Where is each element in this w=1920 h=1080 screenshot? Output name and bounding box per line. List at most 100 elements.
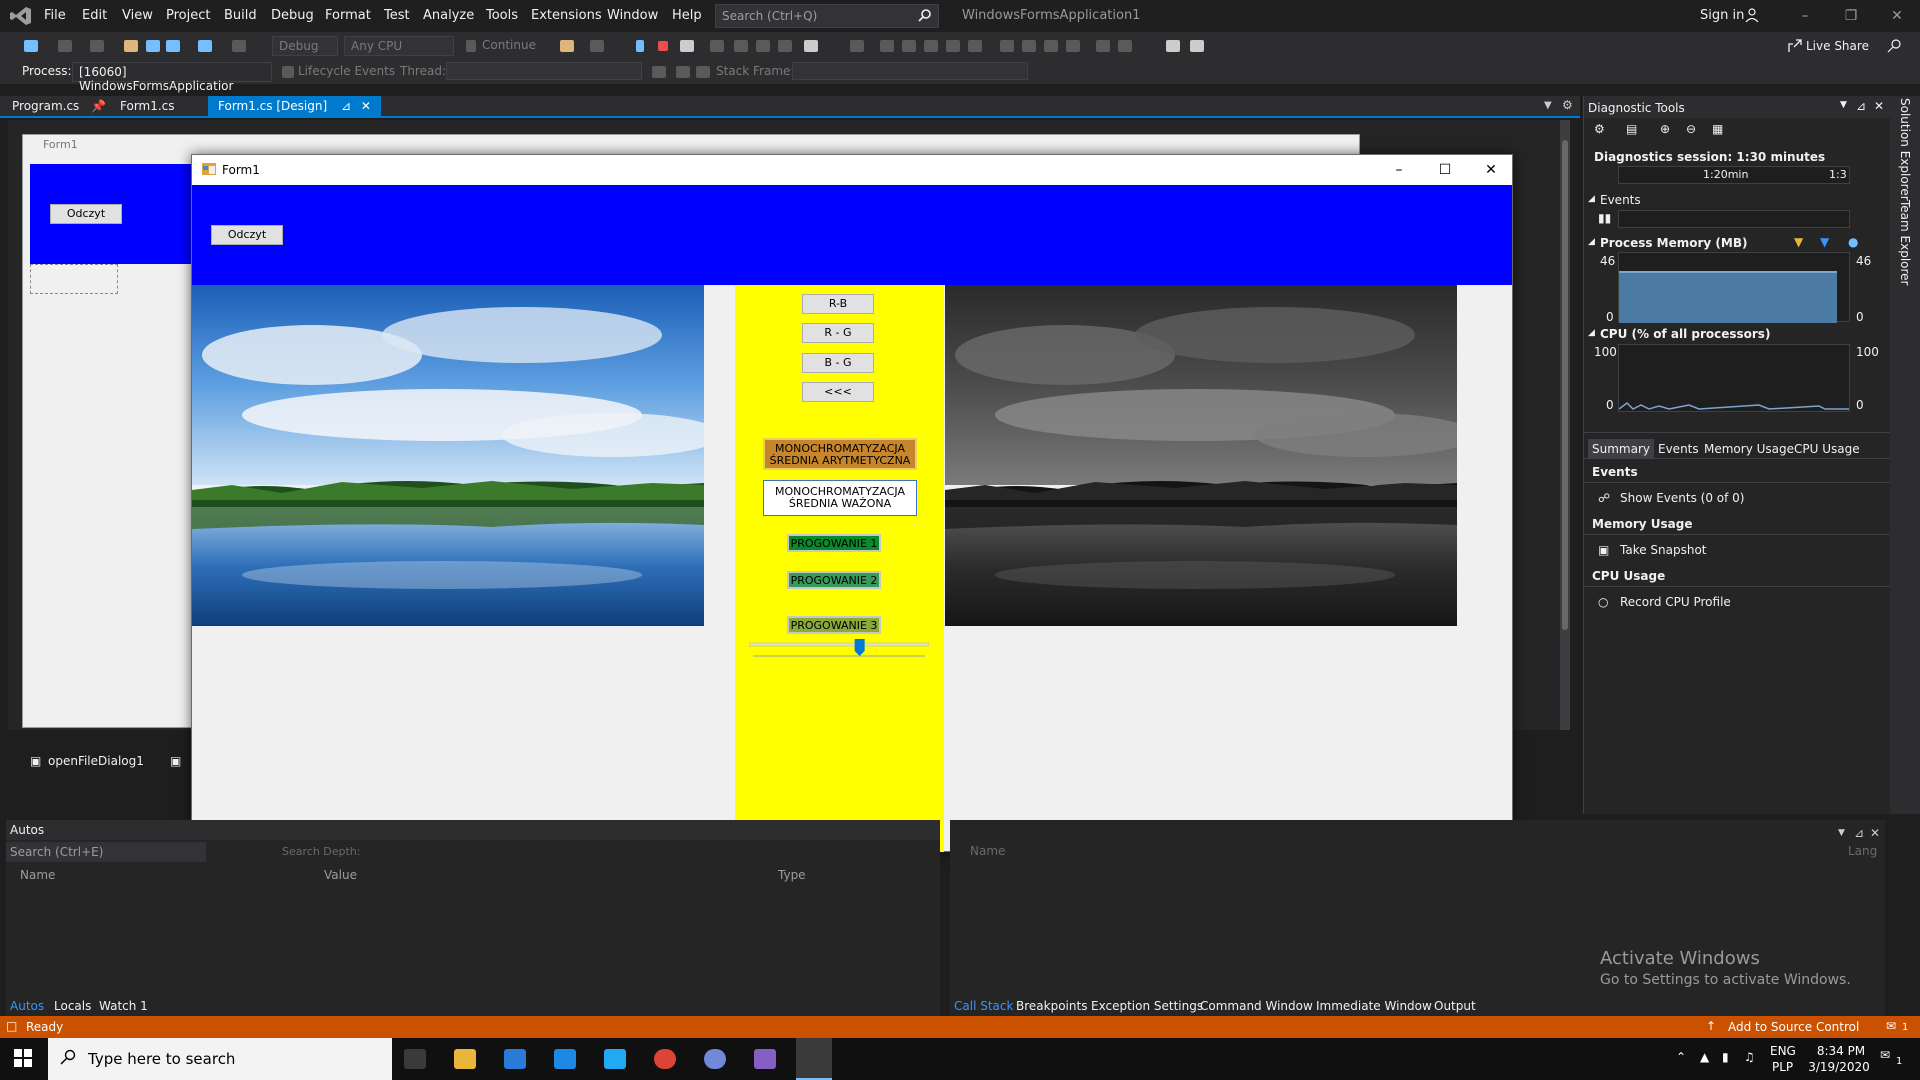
solution-explorer-tab[interactable]: Solution Explorer: [1898, 98, 1912, 201]
open-file-dialog-component[interactable]: openFileDialog1: [48, 754, 144, 768]
memory-graph[interactable]: [1618, 252, 1850, 323]
tab-program-cs[interactable]: Program.cs 📌: [2, 96, 116, 116]
align-center-icon[interactable]: [880, 40, 894, 52]
mail-icon[interactable]: [554, 1049, 576, 1069]
tab-cpu-usage[interactable]: CPU Usage: [1790, 439, 1864, 459]
grid-icon[interactable]: [1066, 40, 1080, 52]
panel-pin-icon[interactable]: ⊿: [1854, 826, 1864, 840]
collapse-cpu-icon[interactable]: ◢: [1588, 328, 1595, 338]
pin-icon[interactable]: 📌: [91, 99, 106, 113]
task-view-icon[interactable]: [404, 1049, 426, 1069]
restart-icon[interactable]: [680, 40, 694, 52]
form-minimize-icon[interactable]: –: [1376, 155, 1422, 185]
panel-dropdown-icon[interactable]: ▼: [1840, 100, 1847, 110]
windows-start-icon[interactable]: [14, 1049, 32, 1067]
menu-edit[interactable]: Edit: [82, 8, 107, 23]
cpu-graph[interactable]: [1618, 344, 1850, 412]
quick-search-input[interactable]: Search (Ctrl+Q): [715, 4, 939, 28]
tab-call-stack[interactable]: Call Stack: [954, 999, 1013, 1013]
collapse-events-icon[interactable]: ◢: [1588, 194, 1595, 204]
tab-overflow-icon[interactable]: ▼: [1544, 100, 1552, 111]
close-icon[interactable]: ✕: [1874, 0, 1920, 32]
stop-icon[interactable]: [658, 41, 668, 51]
screenshot-icon[interactable]: [590, 40, 604, 52]
events-track[interactable]: [1618, 210, 1850, 228]
discord-icon[interactable]: [704, 1049, 726, 1069]
show-hidden-icons-icon[interactable]: ⌃: [1676, 1050, 1686, 1064]
menu-project[interactable]: Project: [166, 8, 210, 23]
form1-taskbar-icon[interactable]: [796, 1038, 832, 1080]
add-to-source-control-button[interactable]: Add to Source Control: [1728, 1020, 1859, 1034]
show-threads-icon[interactable]: [696, 66, 710, 78]
collapse-memory-icon[interactable]: ◢: [1588, 237, 1595, 247]
tab-settings-icon[interactable]: ⚙: [1562, 98, 1573, 112]
tab-form1-cs[interactable]: Form1.cs: [110, 96, 185, 116]
column-name[interactable]: Name: [20, 868, 55, 882]
visual-studio-logo-icon[interactable]: [10, 6, 32, 26]
visual-studio-icon[interactable]: [754, 1049, 776, 1069]
taskbar-search-input[interactable]: Type here to search: [48, 1038, 392, 1080]
vscode-icon[interactable]: [604, 1049, 626, 1069]
zoom-out-icon[interactable]: ⊖: [1686, 122, 1696, 136]
continue-button[interactable]: Continue: [482, 38, 536, 52]
vertical-spacing-icon[interactable]: [1118, 40, 1132, 52]
threshold-trackbar[interactable]: [749, 639, 929, 661]
notifications-icon[interactable]: ✉: [1886, 1019, 1896, 1033]
tab-form1-design[interactable]: Form1.cs [Design] ⊿ ✕: [208, 96, 381, 116]
stack-frame-dropdown[interactable]: [792, 62, 1028, 80]
trackbar-thumb[interactable]: [854, 639, 865, 656]
bg-button[interactable]: B - G: [802, 353, 874, 373]
menu-tools[interactable]: Tools: [486, 8, 518, 23]
menu-file[interactable]: File: [44, 8, 66, 23]
live-share-icon[interactable]: [1788, 39, 1802, 53]
threshold-2-button[interactable]: PROGOWANIE 2: [787, 571, 881, 589]
same-height-icon[interactable]: [1022, 40, 1036, 52]
align-middle-icon[interactable]: [946, 40, 960, 52]
panel-close-icon[interactable]: ✕: [1874, 99, 1884, 113]
menu-debug[interactable]: Debug: [271, 8, 314, 23]
align-bottom-icon[interactable]: [968, 40, 982, 52]
attach-icon[interactable]: [560, 40, 574, 52]
panel-pin-icon[interactable]: ⊿: [1856, 99, 1866, 113]
select-tools-icon[interactable]: ▤: [1626, 122, 1637, 136]
filter-icon[interactable]: [652, 66, 666, 78]
menu-test[interactable]: Test: [384, 8, 410, 23]
record-cpu-profile-link[interactable]: Record CPU Profile: [1620, 595, 1731, 609]
rg-button[interactable]: R - G: [802, 323, 874, 343]
mono-average-button[interactable]: MONOCHROMATYZACJA ŚREDNIA ARYTMETYCZNA: [763, 438, 917, 470]
mono-weighted-button[interactable]: MONOCHROMATYZACJA ŚREDNIA WAŻONA: [763, 480, 917, 516]
column-type[interactable]: Type: [778, 868, 806, 882]
designer-odczyt-button[interactable]: Odczyt: [50, 204, 122, 224]
align-right-icon[interactable]: [902, 40, 916, 52]
lock-controls-icon[interactable]: [1190, 40, 1204, 52]
form-close-icon[interactable]: ✕: [1468, 155, 1514, 185]
tab-memory-usage[interactable]: Memory Usage: [1700, 439, 1798, 459]
back-button[interactable]: <<<: [802, 382, 874, 402]
close-tab-icon[interactable]: ✕: [361, 99, 371, 113]
live-share-button[interactable]: Live Share: [1806, 39, 1869, 53]
tab-events[interactable]: Events: [1654, 439, 1703, 459]
clock-date[interactable]: 3/19/2020: [1806, 1060, 1872, 1074]
column-name[interactable]: Name: [970, 844, 1005, 858]
account-icon[interactable]: [1745, 7, 1761, 23]
tab-output[interactable]: Output: [1434, 999, 1476, 1013]
tab-breakpoints[interactable]: Breakpoints: [1016, 999, 1087, 1013]
keyboard-layout[interactable]: PLP: [1772, 1060, 1793, 1074]
spacing-icon[interactable]: [1096, 40, 1110, 52]
menu-extensions[interactable]: Extensions: [531, 8, 602, 23]
config-dropdown[interactable]: Debug: [272, 36, 338, 56]
sign-in-link[interactable]: Sign in: [1700, 8, 1744, 23]
form-maximize-icon[interactable]: ☐: [1422, 155, 1468, 185]
battery-icon[interactable]: ▮: [1722, 1050, 1729, 1064]
tab-locals[interactable]: Locals: [54, 999, 91, 1013]
file-explorer-icon[interactable]: [454, 1049, 476, 1069]
flag-icon[interactable]: [676, 66, 690, 78]
continue-icon[interactable]: [466, 40, 476, 52]
threshold-3-button[interactable]: PROGOWANIE 3: [787, 616, 881, 634]
tab-immediate-window[interactable]: Immediate Window: [1316, 999, 1432, 1013]
feedback-icon[interactable]: [1886, 38, 1902, 54]
zoom-in-icon[interactable]: ⊕: [1660, 122, 1670, 136]
pause-events-icon[interactable]: ▮▮: [1598, 211, 1611, 225]
reset-view-icon[interactable]: ▦: [1712, 122, 1723, 136]
pause-icon[interactable]: [636, 40, 644, 52]
